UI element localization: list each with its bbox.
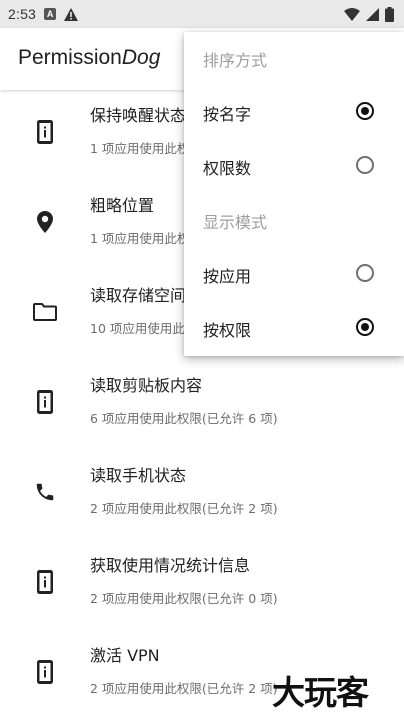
a-notification-icon: A bbox=[44, 8, 57, 20]
permission-subtitle: 2 项应用使用此权限(已允许 2 项) bbox=[90, 681, 278, 696]
warning-icon bbox=[64, 7, 79, 21]
menu-item-label: 权限数 bbox=[203, 159, 252, 178]
watermark-logo: 大玩客 bbox=[272, 673, 369, 712]
app-title-prefix: Permission bbox=[18, 46, 122, 69]
app-title: PermissionDog bbox=[18, 46, 160, 70]
menu-header-label: 排序方式 bbox=[203, 51, 268, 70]
radio-unchecked-icon[interactable] bbox=[356, 264, 374, 282]
list-item[interactable]: 获取使用情况统计信息 2 项应用使用此权限(已允许 0 项) bbox=[0, 540, 404, 630]
permission-title: 读取手机状态 bbox=[90, 466, 187, 485]
phone-info-icon bbox=[31, 118, 59, 146]
phone-info-icon bbox=[31, 388, 59, 416]
phone-call-icon bbox=[31, 478, 59, 506]
radio-checked-icon[interactable] bbox=[356, 102, 374, 120]
menu-item-by-app[interactable]: 按应用 bbox=[184, 248, 404, 302]
status-time: 2:53 bbox=[8, 6, 37, 22]
overflow-menu: 排序方式 按名字 权限数 显示模式 按应用 按权限 bbox=[184, 32, 404, 356]
permission-title: 粗略位置 bbox=[90, 196, 155, 215]
status-bar: 2:53 A bbox=[0, 0, 404, 28]
menu-header-label: 显示模式 bbox=[203, 213, 268, 232]
menu-item-sort-by-name[interactable]: 按名字 bbox=[184, 86, 404, 140]
permission-title: 保持唤醒状态 bbox=[90, 106, 187, 125]
menu-item-label: 按权限 bbox=[203, 321, 252, 340]
permission-title: 激活 VPN bbox=[90, 646, 160, 665]
signal-icon bbox=[366, 7, 379, 21]
permission-subtitle: 2 项应用使用此权限(已允许 2 项) bbox=[90, 501, 278, 516]
location-pin-icon bbox=[31, 208, 59, 236]
phone-info-icon bbox=[31, 568, 59, 596]
wifi-icon bbox=[344, 7, 360, 21]
menu-item-by-permission[interactable]: 按权限 bbox=[184, 302, 404, 356]
menu-header-sort: 排序方式 bbox=[184, 32, 404, 86]
list-item[interactable]: 读取剪贴板内容 6 项应用使用此权限(已允许 6 项) bbox=[0, 360, 404, 450]
phone-info-icon bbox=[31, 658, 59, 686]
permission-title: 读取存储空间 bbox=[90, 286, 187, 305]
menu-item-sort-by-count[interactable]: 权限数 bbox=[184, 140, 404, 194]
app-title-suffix: Dog bbox=[121, 46, 161, 69]
permission-title: 获取使用情况统计信息 bbox=[90, 556, 251, 575]
folder-icon bbox=[31, 298, 59, 326]
menu-item-label: 按应用 bbox=[203, 267, 252, 286]
menu-item-label: 按名字 bbox=[203, 105, 252, 124]
permission-subtitle: 2 项应用使用此权限(已允许 0 项) bbox=[90, 591, 278, 606]
battery-icon bbox=[385, 6, 394, 22]
permission-subtitle: 6 项应用使用此权限(已允许 6 项) bbox=[90, 411, 278, 426]
radio-checked-icon[interactable] bbox=[356, 318, 374, 336]
radio-unchecked-icon[interactable] bbox=[356, 156, 374, 174]
list-item[interactable]: 读取手机状态 2 项应用使用此权限(已允许 2 项) bbox=[0, 450, 404, 540]
permission-title: 读取剪贴板内容 bbox=[90, 376, 203, 395]
menu-header-display: 显示模式 bbox=[184, 194, 404, 248]
